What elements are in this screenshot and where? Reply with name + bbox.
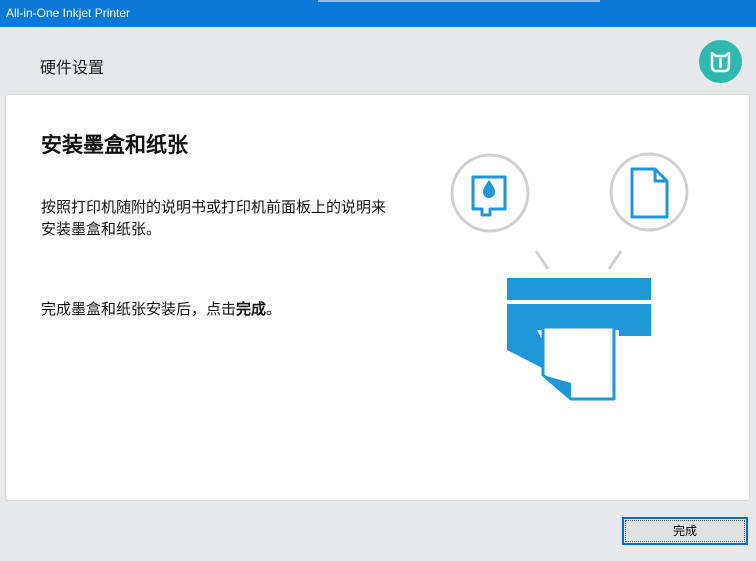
connector-line-left: [534, 250, 550, 270]
completion-note: 完成墨盒和纸张安装后，点击完成。: [41, 298, 281, 319]
mi-home-logo-icon: [699, 40, 742, 83]
completion-note-emphasis: 完成: [236, 300, 267, 318]
window-title: All-in-One Inkjet Printer: [6, 6, 131, 20]
setup-illustration: [450, 152, 689, 403]
title-bar: All-in-One Inkjet Printer: [0, 0, 756, 27]
card-title: 安装墨盒和纸张: [41, 132, 188, 157]
title-bar-highlight: [318, 0, 600, 2]
instruction-text: 按照打印机随附的说明书或打印机前面板上的说明来安装墨盒和纸张。: [41, 198, 387, 238]
connector-line-right: [607, 250, 623, 270]
completion-note-suffix: 。: [266, 300, 282, 318]
ink-cartridge-icon: [450, 153, 530, 233]
page-title: 硬件设置: [40, 58, 105, 77]
printer-icon: [507, 278, 651, 403]
paper-sheet-icon: [609, 152, 689, 232]
completion-note-prefix: 完成墨盒和纸张安装后，点击: [41, 300, 237, 318]
content-card: 安装墨盒和纸张 按照打印机随附的说明书或打印机前面板上的说明来安装墨盒和纸张。 …: [5, 94, 750, 501]
finish-button[interactable]: 完成: [622, 517, 748, 545]
